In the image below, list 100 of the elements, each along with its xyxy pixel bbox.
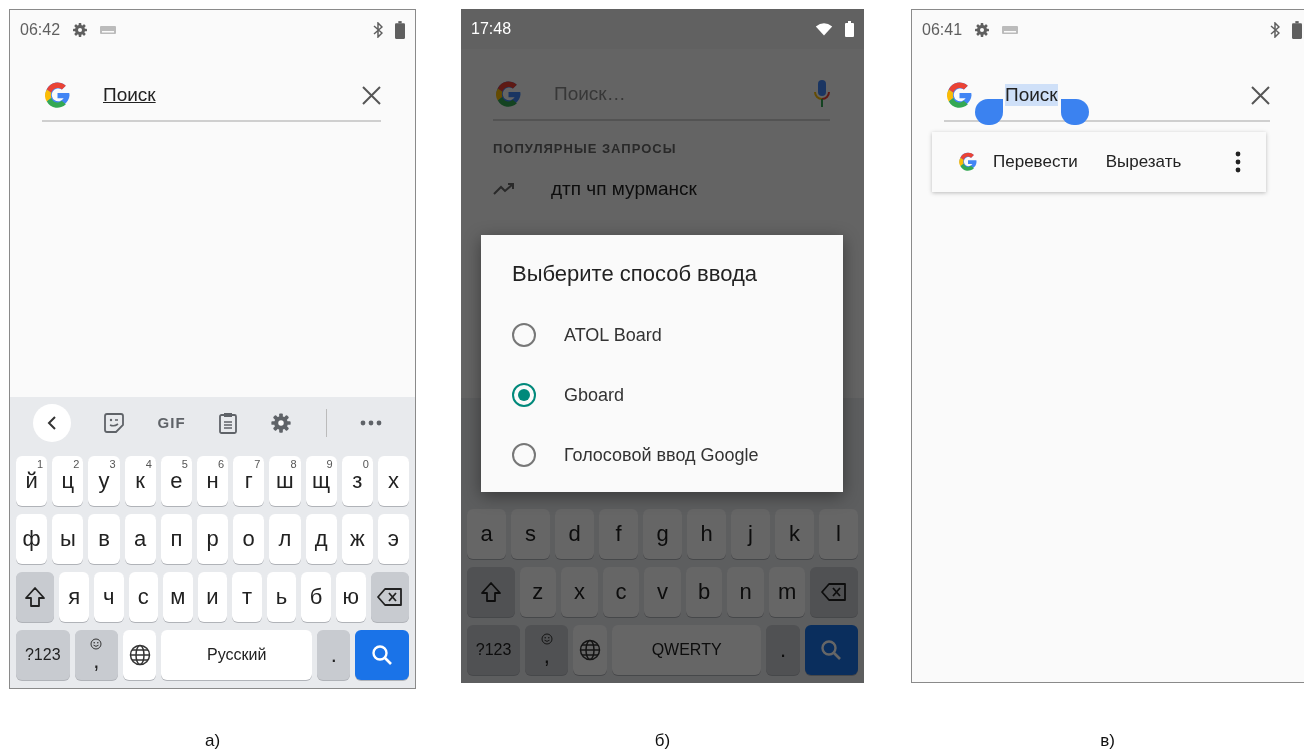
gif-button[interactable]: GIF (157, 414, 186, 431)
keyboard-key[interactable]: к 4 (124, 456, 156, 506)
keyboard-key[interactable]: т (232, 572, 262, 622)
keyboard-key[interactable]: л (269, 514, 301, 564)
status-time: 06:42 (20, 21, 61, 39)
comma-key[interactable]: , (74, 630, 118, 680)
keyboard-key[interactable]: р (196, 514, 229, 564)
smiley-icon (540, 633, 553, 645)
sticker-icon[interactable] (104, 412, 125, 433)
dialog-title: Выберите способ ввода (512, 261, 759, 287)
status-time: 17:48 (471, 20, 512, 38)
figure-caption: в) (1100, 731, 1115, 751)
radio-button[interactable] (512, 443, 536, 467)
keyboard-key[interactable]: ь (266, 572, 297, 622)
clipboard-icon[interactable] (218, 411, 237, 434)
keyboard-key[interactable]: я (59, 572, 89, 622)
keyboard-key[interactable]: о (233, 514, 265, 564)
keyboard-key[interactable]: е 5 (160, 456, 192, 506)
keyboard-key[interactable]: ф (16, 514, 48, 564)
search-key[interactable] (804, 625, 858, 675)
gear-icon (270, 411, 293, 434)
shift-arrow-icon (479, 581, 502, 603)
key-hint: 4 (145, 458, 152, 470)
figure-caption: а) (204, 731, 221, 751)
space-key[interactable]: Русский (161, 630, 312, 680)
keyboard-key[interactable]: щ 9 (305, 456, 337, 506)
globe-icon (579, 639, 602, 661)
keyboard-key[interactable]: з 0 (341, 456, 373, 506)
battery-icon (395, 21, 405, 39)
g-logo-icon (957, 151, 979, 173)
search-icon (371, 644, 394, 666)
globe-icon (128, 644, 151, 666)
more-horizontal-icon[interactable] (360, 419, 383, 426)
key-hint: 9 (326, 458, 333, 470)
selection-handle[interactable] (975, 99, 1003, 125)
more-vertical-icon[interactable] (1235, 151, 1241, 173)
backspace-key[interactable] (370, 572, 409, 622)
key-hint: 2 (73, 458, 80, 470)
keyboard-key[interactable]: д (305, 514, 337, 564)
keyboard-key[interactable]: м (163, 572, 193, 622)
chevron-left-icon (46, 415, 57, 430)
period-key[interactable]: . (317, 630, 351, 680)
search-key[interactable] (355, 630, 409, 680)
figure-caption: б) (654, 731, 671, 751)
wifi-icon (815, 22, 833, 36)
radio-button[interactable] (512, 383, 536, 407)
keyboard-key[interactable]: г 7 (233, 456, 265, 506)
keyboard-key[interactable]: ш 8 (269, 456, 301, 506)
keyboard-key[interactable]: х (377, 456, 410, 506)
radio-button[interactable] (512, 323, 536, 347)
keyboard-key[interactable]: ю (335, 572, 366, 622)
bluetooth-icon (1270, 22, 1280, 38)
close-icon[interactable] (362, 85, 381, 105)
keyboard-key[interactable]: ж (341, 514, 373, 564)
selection-handle[interactable] (1061, 99, 1089, 125)
search-field[interactable]: Поиск (103, 84, 156, 106)
symbols-key[interactable]: ?123 (16, 630, 70, 680)
back-button[interactable] (32, 403, 71, 442)
smiley-icon (90, 638, 103, 650)
backspace-icon (821, 583, 848, 601)
search-field[interactable]: Поиск (1005, 84, 1058, 106)
close-icon[interactable] (1251, 85, 1270, 105)
search-icon (820, 639, 843, 661)
status-time: 06:41 (922, 21, 963, 39)
keyboard-key[interactable]: и (197, 572, 228, 622)
keyboard-key[interactable]: в (88, 514, 120, 564)
trending-up-icon (493, 183, 515, 195)
key-hint: 5 (181, 458, 188, 470)
battery-icon (1292, 21, 1302, 39)
keyboard-key[interactable]: э (377, 514, 410, 564)
bluetooth-icon (373, 22, 383, 38)
option-label[interactable]: ATOL Board (564, 324, 662, 346)
keyboard-key[interactable]: у 3 (88, 456, 120, 506)
keyboard-key[interactable]: й 1 (16, 456, 48, 506)
shift-arrow-icon (24, 586, 47, 608)
keyboard-key[interactable]: б (301, 572, 331, 622)
keyboard-icon (100, 26, 117, 34)
menu-item[interactable]: Вырезать (1105, 152, 1182, 172)
battery-icon (845, 21, 854, 37)
keyboard-key[interactable]: с (128, 572, 159, 622)
key-hint: 0 (362, 458, 369, 470)
keyboard-key[interactable]: ч (94, 572, 124, 622)
keyboard-key[interactable]: ы (52, 514, 84, 564)
keyboard-key[interactable]: ц 2 (52, 456, 84, 506)
option-label[interactable]: Голосовой ввод Google (564, 444, 759, 466)
key-hint: 6 (218, 458, 225, 470)
gear-icon (974, 22, 991, 38)
key-hint: 8 (290, 458, 297, 470)
keyboard-key[interactable]: п (160, 514, 192, 564)
keyboard-icon (1002, 26, 1019, 34)
shift-key[interactable] (16, 572, 55, 622)
keyboard-key[interactable]: а (124, 514, 156, 564)
key-hint: 1 (37, 458, 44, 470)
key-hint: 7 (254, 458, 261, 470)
menu-item[interactable]: Перевести (993, 152, 1078, 172)
microphone-icon[interactable] (814, 80, 830, 108)
keyboard-key[interactable]: н 6 (196, 456, 229, 506)
option-label[interactable]: Gboard (564, 384, 625, 406)
backspace-icon (376, 588, 403, 606)
globe-key[interactable] (123, 630, 157, 680)
